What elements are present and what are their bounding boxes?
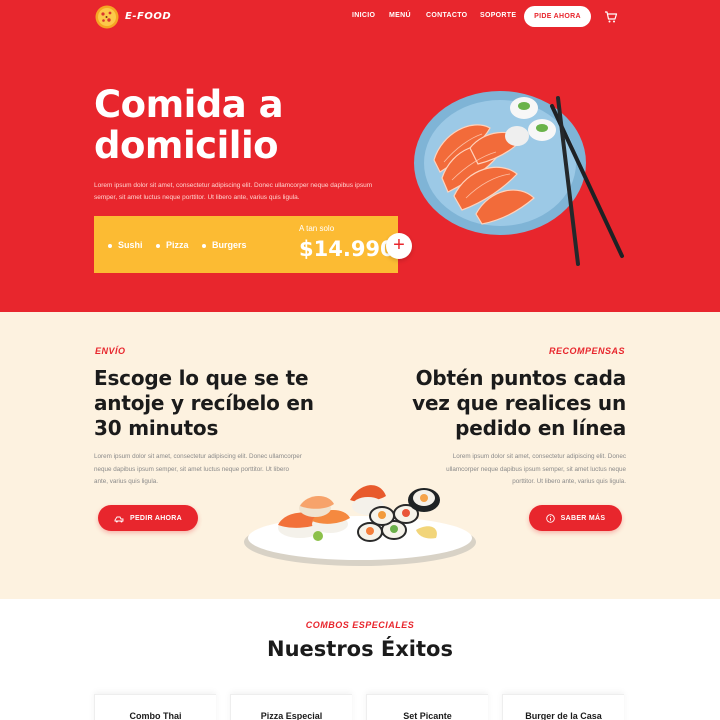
combo-card-title: Burger de la Casa (525, 711, 602, 720)
order-button-label: PEDIR AHORA (129, 514, 183, 522)
plus-icon[interactable]: + (386, 233, 412, 259)
promo-item-sushi: Sushi (108, 240, 143, 250)
combos-eyebrow: COMBOS ESPECIALES (305, 620, 415, 630)
combo-card[interactable]: Combo Thai (94, 694, 216, 720)
promo-item-pizza: Pizza (156, 240, 189, 250)
rewards-title: Obtén puntos cada vez que realices un pe… (412, 366, 626, 440)
combo-card-title: Combo Thai (129, 711, 182, 720)
hero-description: Lorem ipsum dolor sit amet, consectetur … (94, 182, 373, 201)
hero-section: E-FOOD INICIO MENÚ CONTACTO SOPORTE PIDE… (0, 0, 720, 312)
shipping-eyebrow: ENVÍO (95, 346, 126, 356)
combo-card[interactable]: Pizza Especial (230, 694, 352, 720)
pizza-logo-icon[interactable] (95, 5, 119, 29)
promo-item-burgers: Burgers (202, 240, 247, 250)
nav-link-contacto[interactable]: CONTACTO (426, 12, 467, 19)
nav-link-menu[interactable]: MENÚ (389, 12, 411, 19)
shipping-title: Escoge lo que se te antoje y recíbelo en… (94, 366, 314, 440)
promo-price: $14.990 (299, 237, 395, 261)
delivery-icon (114, 516, 124, 522)
nav-link-soporte[interactable]: SOPORTE (480, 12, 516, 19)
promo-price-label: A tan solo (299, 224, 335, 233)
combo-card-title: Pizza Especial (260, 711, 323, 720)
combo-card[interactable]: Burger de la Casa (502, 694, 624, 720)
combo-card[interactable]: Set Picante (366, 694, 488, 720)
hero-title: Comida a domicilio (94, 83, 284, 167)
order-button[interactable]: PEDIR AHORA (98, 505, 198, 531)
learn-more-label: SABER MÁS (560, 514, 606, 522)
combos-title: Nuestros Éxitos (267, 637, 453, 661)
cart-icon[interactable] (604, 10, 618, 24)
promo-box: Sushi Pizza Burgers A tan solo $14.990 (94, 216, 398, 273)
learn-more-button[interactable]: SABER MÁS (529, 505, 622, 531)
sushi-platter-image (244, 485, 476, 566)
rewards-eyebrow: RECOMPENSAS (548, 346, 625, 356)
brand-name[interactable]: E-FOOD (125, 11, 171, 22)
top-navbar: E-FOOD INICIO MENÚ CONTACTO SOPORTE PIDE… (0, 0, 720, 34)
info-icon (545, 513, 555, 523)
combo-card-title: Set Picante (403, 711, 452, 720)
nav-link-inicio[interactable]: INICIO (352, 12, 375, 19)
order-now-button[interactable]: PIDE AHORA (524, 6, 591, 27)
salmon-plate-image (414, 91, 624, 266)
